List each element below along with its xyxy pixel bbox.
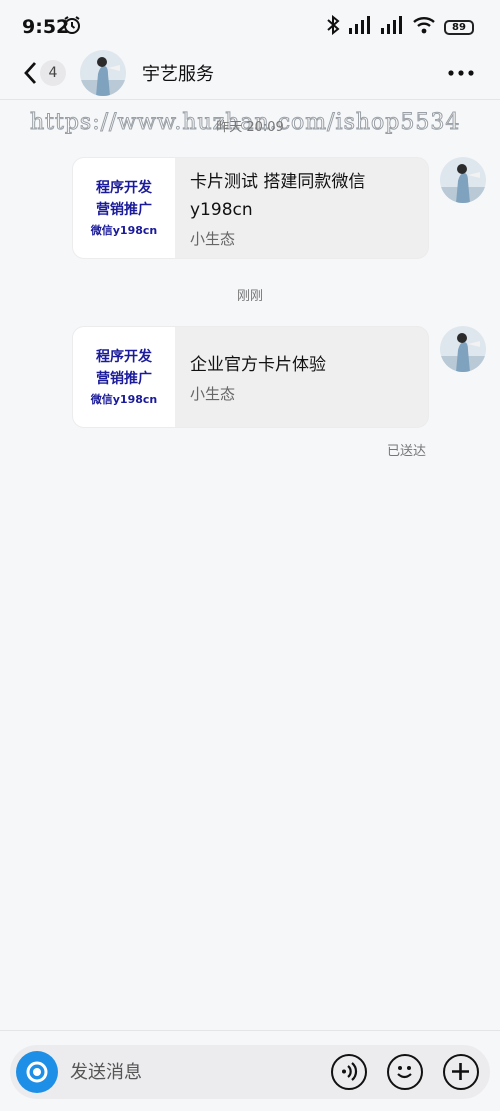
thumb-text: 程序开发 bbox=[96, 180, 152, 196]
plus-icon bbox=[452, 1063, 469, 1080]
alarm-icon bbox=[62, 15, 82, 39]
card-thumbnail: 程序开发 营销推广 微信y198cn bbox=[73, 327, 175, 427]
voice-icon bbox=[342, 1062, 358, 1081]
shared-card-message[interactable]: 程序开发 营销推广 微信y198cn 企业官方卡片体验 小生态 bbox=[72, 326, 429, 428]
thumb-text: 营销推广 bbox=[96, 202, 152, 218]
card-title: 企业官方卡片体验 bbox=[190, 355, 326, 375]
signal-icon-2 bbox=[380, 16, 404, 38]
card-title: 卡片测试 搭建同款微信y198cn bbox=[190, 172, 366, 220]
status-bar: 9:52 89 bbox=[0, 0, 500, 50]
signal-icon bbox=[348, 16, 372, 38]
thumb-text: 微信y198cn bbox=[90, 224, 158, 237]
more-button[interactable] bbox=[446, 62, 476, 84]
emoji-icon bbox=[397, 1066, 412, 1079]
delivery-status: 已送达 bbox=[386, 444, 426, 459]
avatar[interactable] bbox=[440, 326, 486, 372]
voice-button[interactable] bbox=[331, 1054, 367, 1090]
thumb-text: 营销推广 bbox=[96, 371, 152, 387]
camera-icon bbox=[26, 1061, 48, 1083]
card-thumbnail: 程序开发 营销推广 微信y198cn bbox=[73, 158, 175, 258]
chat-header: 4 宇艺服务 bbox=[0, 48, 500, 100]
emoji-button[interactable] bbox=[387, 1054, 423, 1090]
input-bar bbox=[0, 1030, 500, 1111]
battery-icon: 89 bbox=[444, 19, 474, 35]
bluetooth-icon bbox=[326, 14, 340, 39]
card-source: 小生态 bbox=[190, 385, 236, 403]
camera-button[interactable] bbox=[16, 1051, 58, 1093]
page-title: 宇艺服务 bbox=[142, 64, 214, 85]
message-input[interactable] bbox=[70, 1053, 320, 1091]
wifi-icon bbox=[412, 16, 436, 38]
avatar[interactable] bbox=[440, 157, 486, 203]
message-timestamp: 刚刚 bbox=[236, 289, 263, 304]
unread-count-badge: 4 bbox=[40, 60, 66, 86]
thumb-text: 微信y198cn bbox=[90, 393, 158, 406]
plus-button[interactable] bbox=[443, 1054, 479, 1090]
card-source: 小生态 bbox=[190, 230, 236, 248]
message-timestamp: 昨天 20:09 bbox=[216, 120, 284, 135]
shared-card-message[interactable]: 程序开发 营销推广 微信y198cn 卡片测试 搭建同款微信y198cn 小生态 bbox=[72, 157, 429, 259]
more-icon bbox=[448, 70, 474, 76]
input-container bbox=[10, 1045, 490, 1099]
back-icon bbox=[24, 62, 37, 84]
thumb-text: 程序开发 bbox=[96, 349, 152, 365]
avatar[interactable] bbox=[80, 50, 126, 96]
